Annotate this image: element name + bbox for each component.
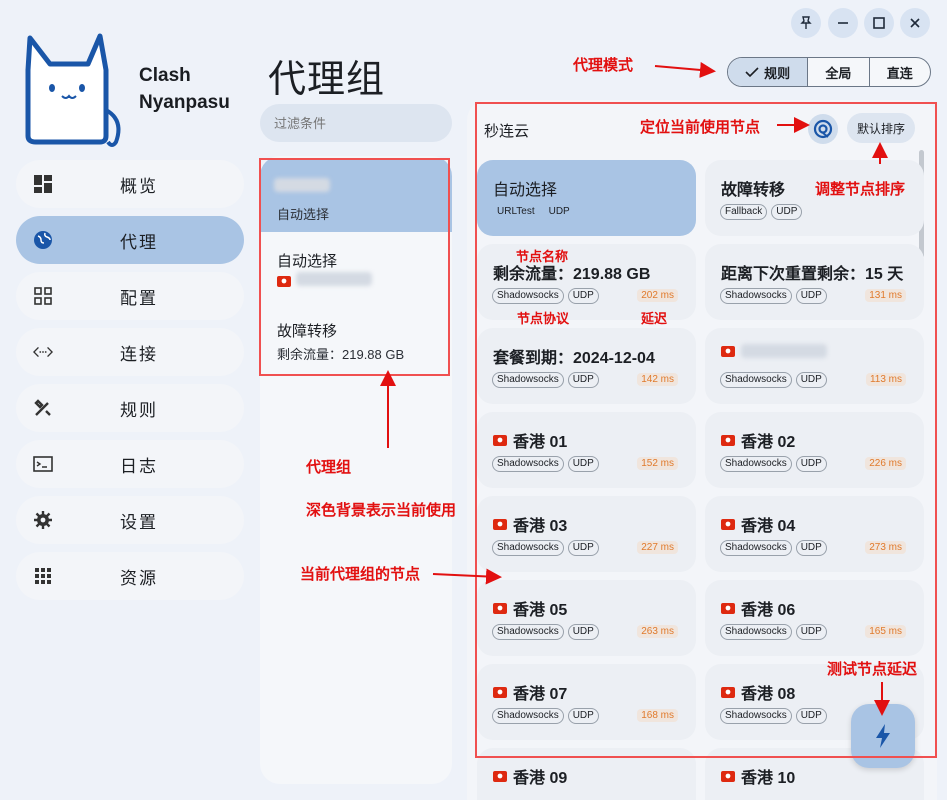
annotation-dark-bg: 深色背景表示当前使用 (306, 502, 457, 519)
annotation-current-nodes: 当前代理组的节点 (300, 566, 421, 583)
annotation-proxy-group: 代理组 (306, 459, 352, 476)
annotation-node-protocol: 节点协议 (517, 311, 570, 326)
annotation-test-latency: 测试节点延迟 (827, 661, 918, 678)
annotation-node-name: 节点名称 (516, 249, 569, 264)
annotation-arrows (380, 61, 890, 716)
annotation-locate-node: 定位当前使用节点 (640, 119, 761, 136)
annotation-adjust-sort: 调整节点排序 (815, 181, 906, 198)
annotation-proxy-mode: 代理模式 (573, 57, 634, 74)
annotation-latency: 延迟 (641, 311, 668, 326)
